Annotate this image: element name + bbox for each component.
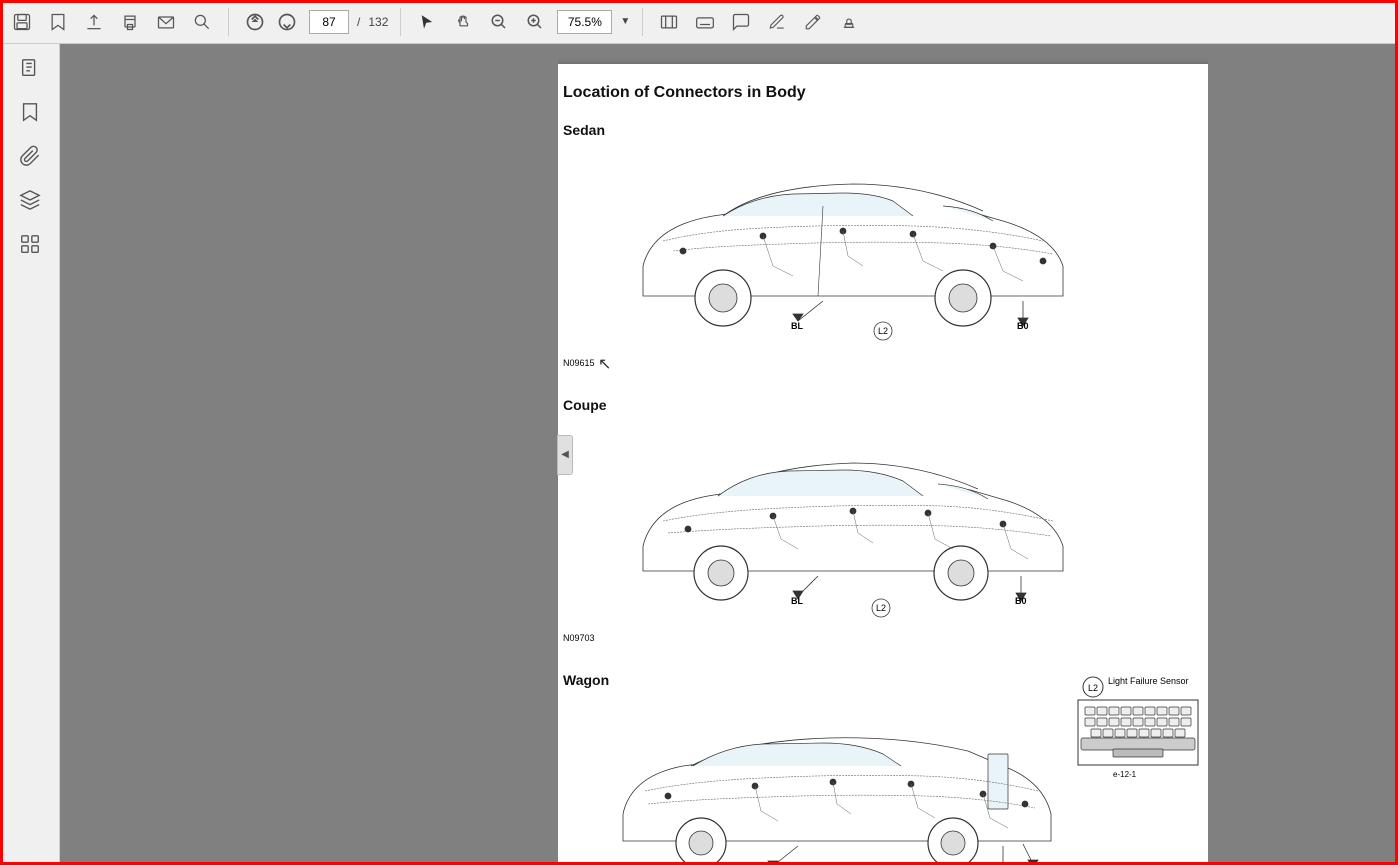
attachments-panel-button[interactable]: [14, 140, 46, 172]
fit-page-button[interactable]: [655, 8, 683, 36]
page-total: 132: [368, 15, 388, 29]
svg-text:N09703: N09703: [563, 633, 595, 643]
sedan-diagram: BL L2 B0 N09615: [563, 146, 1203, 381]
svg-text:B0: B0: [1017, 321, 1029, 331]
bookmark-button[interactable]: [44, 8, 72, 36]
wagon-row: Wagon: [563, 672, 1203, 865]
svg-text:B0: B0: [1015, 596, 1027, 606]
coupe-diagram-svg: BL L2 B0 N09703: [563, 421, 1103, 651]
svg-text:L2: L2: [878, 326, 888, 336]
wagon-diagram: BL L2 B0 BR N09704: [563, 696, 1053, 865]
main-layout: ◀ Location of Connectors in Body Sedan: [0, 44, 1398, 865]
zoom-out-button[interactable]: [485, 8, 513, 36]
zoom-level-input[interactable]: 75.5%: [557, 10, 612, 34]
svg-text:BL: BL: [791, 596, 803, 606]
page-title: Location of Connectors in Body: [563, 84, 1203, 102]
zoom-dropdown-arrow[interactable]: ▼: [620, 16, 630, 27]
coupe-label: Coupe: [563, 397, 1203, 413]
content-area[interactable]: Location of Connectors in Body Sedan: [558, 44, 1208, 865]
upload-button[interactable]: [80, 8, 108, 36]
svg-text:BL: BL: [791, 321, 803, 331]
svg-text:e-12-1: e-12-1: [1113, 770, 1137, 779]
legend-box: L2 Light Failure Sensor: [1073, 672, 1208, 797]
hand-cursor-button[interactable]: [449, 8, 477, 36]
keyboard-button[interactable]: [691, 8, 719, 36]
svg-text:L2: L2: [876, 603, 886, 613]
pages-panel-button[interactable]: [14, 52, 46, 84]
coupe-section: Coupe: [563, 397, 1203, 656]
wagon-diagram-svg: BL L2 B0 BR N09704: [563, 696, 1053, 865]
panel-collapse-button[interactable]: ◀: [557, 435, 573, 475]
search-button[interactable]: [188, 8, 216, 36]
page-navigation: [241, 8, 301, 36]
pdf-page: Location of Connectors in Body Sedan: [558, 64, 1208, 865]
zoom-in-button[interactable]: [521, 8, 549, 36]
divider-2: [400, 8, 401, 36]
next-page-button[interactable]: [273, 8, 301, 36]
wagon-diagram-container: Wagon: [563, 672, 1053, 865]
left-panel: ◀: [60, 44, 558, 865]
left-sidebar: [0, 44, 60, 865]
svg-text:Light Failure Sensor: Light Failure Sensor: [1108, 676, 1189, 686]
page-number-input[interactable]: 87: [309, 10, 349, 34]
divider-3: [642, 8, 643, 36]
prev-page-button[interactable]: [241, 8, 269, 36]
legend-svg: L2 Light Failure Sensor: [1073, 672, 1208, 792]
svg-text:N09615: N09615: [563, 358, 595, 368]
divider-1: [228, 8, 229, 36]
layers-panel-button[interactable]: [14, 184, 46, 216]
coupe-diagram: BL L2 B0 N09703: [563, 421, 1203, 656]
stamp-button[interactable]: [835, 8, 863, 36]
wagon-label: Wagon: [563, 672, 1053, 688]
draw-button[interactable]: [799, 8, 827, 36]
bookmarks-panel-button[interactable]: [14, 96, 46, 128]
sedan-diagram-svg: BL L2 B0 N09615: [563, 146, 1103, 376]
right-sidebar: [1208, 44, 1398, 865]
sedan-label: Sedan: [563, 122, 1203, 138]
edit-button[interactable]: [763, 8, 791, 36]
print-button[interactable]: [116, 8, 144, 36]
sedan-section: Sedan: [563, 122, 1203, 381]
select-cursor-button[interactable]: [413, 8, 441, 36]
destinations-panel-button[interactable]: [14, 228, 46, 260]
page-separator: /: [357, 15, 360, 29]
toolbar: 87 / 132 75.5% ▼: [0, 0, 1398, 44]
save-button[interactable]: [8, 8, 36, 36]
email-button[interactable]: [152, 8, 180, 36]
comment-button[interactable]: [727, 8, 755, 36]
svg-text:L2: L2: [1088, 683, 1098, 693]
